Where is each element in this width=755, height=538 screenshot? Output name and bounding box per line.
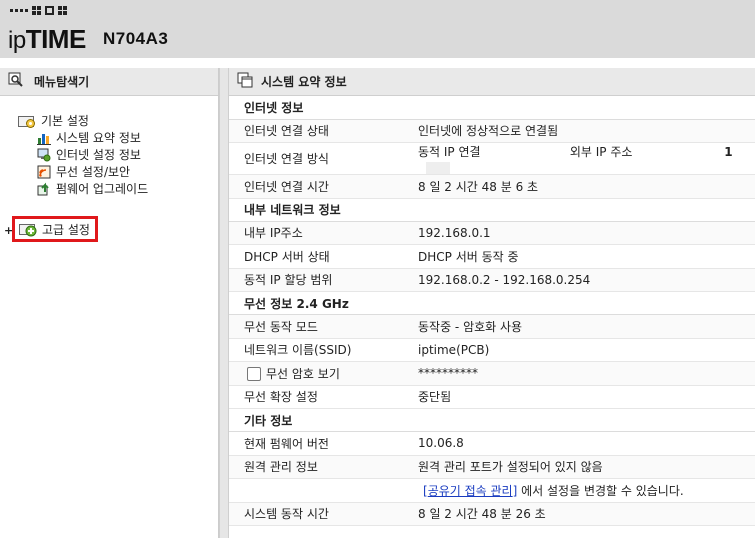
row-value: 8 일 2 시간 48 분 26 초 <box>403 502 755 526</box>
row-label: 네트워크 이름(SSID) <box>229 338 403 362</box>
table-row: 인터넷 연결 상태 인터넷에 정상적으로 연결됨 <box>229 119 755 143</box>
model-name: N704A3 <box>103 29 169 48</box>
external-ip-mask <box>426 161 450 174</box>
panel-title-text: 시스템 요약 정보 <box>261 75 347 89</box>
row-value: 192.168.0.2 - 192.168.0.254 <box>403 268 755 292</box>
tree-item-label: 시스템 요약 정보 <box>56 131 141 145</box>
tree-item-label: 펌웨어 업그레이드 <box>56 182 149 196</box>
network-monitor-icon <box>37 148 51 162</box>
tree-node-advanced-settings[interactable]: 고급 설정 <box>12 216 98 242</box>
row-label: 동적 IP 할당 범위 <box>229 268 403 292</box>
row-value: 원격 관리 포트가 설정되어 있지 않음 <box>403 455 755 479</box>
row-label: 무선 동작 모드 <box>229 314 403 339</box>
row-label: 인터넷 연결 방식 <box>229 142 403 175</box>
remote-link-line: [공유기 접속 관리] 에서 설정을 변경할 수 있습니다. <box>403 478 755 503</box>
table-row: 인터넷 연결 방식 동적 IP 연결 외부 IP 주소 1 <box>229 142 755 175</box>
row-label: DHCP 서버 상태 <box>229 244 403 269</box>
tree-item-label: 인터넷 설정 정보 <box>56 148 141 162</box>
tree-item-system-summary[interactable]: 시스템 요약 정보 <box>0 129 218 146</box>
bar-chart-icon <box>37 131 51 145</box>
table-row: 네트워크 이름(SSID) iptime(PCB) <box>229 338 755 362</box>
section-title-internet: 인터넷 정보 <box>229 96 755 120</box>
app-header: ipTIME N704A3 <box>0 0 755 58</box>
row-value: 인터넷에 정상적으로 연결됨 <box>403 119 755 143</box>
menu-tree: 기본 설정 시스템 요약 정보 인터넷 설정 정보 무선 설정/보안 펌웨어 업… <box>0 112 218 197</box>
panel-splitter[interactable] <box>219 68 229 538</box>
wireless-signal-icon <box>37 165 51 179</box>
row-label-empty <box>229 478 403 503</box>
folder-gear-icon <box>18 113 38 129</box>
external-ip-label: 외부 IP 주소 <box>569 145 633 159</box>
table-row: 인터넷 연결 시간 8 일 2 시간 48 분 6 초 <box>229 174 755 199</box>
external-ip-value: 1 <box>724 145 733 159</box>
row-value: DHCP 서버 동작 중 <box>403 244 755 269</box>
section-title-other: 기타 정보 <box>229 408 755 432</box>
table-row: DHCP 서버 상태 DHCP 서버 동작 중 <box>229 244 755 269</box>
row-label: 내부 IP주소 <box>229 221 403 245</box>
tree-item-internet-settings[interactable]: 인터넷 설정 정보 <box>0 146 218 163</box>
row-value-group: 동적 IP 연결 외부 IP 주소 1 <box>403 142 755 175</box>
logo-prefix: ip <box>8 27 26 54</box>
section-title-wireless: 무선 정보 2.4 GHz <box>229 291 755 315</box>
row-label: 무선 확장 설정 <box>229 385 403 409</box>
show-password-control[interactable]: 무선 암호 보기 <box>229 361 403 386</box>
table-row: 현재 펌웨어 버전 10.06.8 <box>229 431 755 456</box>
row-value: 10.06.8 <box>403 431 755 456</box>
tree-item-label: 무선 설정/보안 <box>56 165 131 179</box>
menu-explorer-title-text: 메뉴탐색기 <box>34 75 90 89</box>
row-label: 현재 펌웨어 버전 <box>229 431 403 456</box>
row-value: 8 일 2 시간 48 분 6 초 <box>403 174 755 199</box>
row-label: 시스템 동작 시간 <box>229 502 403 526</box>
row-value: 동작중 - 암호화 사용 <box>403 314 755 339</box>
row-label: 원격 관리 정보 <box>229 455 403 479</box>
panel-title: 시스템 요약 정보 <box>229 68 755 96</box>
table-row: 무선 암호 보기 ********** <box>229 361 755 386</box>
table-row: 무선 확장 설정 중단됨 <box>229 385 755 409</box>
show-password-label: 무선 암호 보기 <box>266 366 340 381</box>
table-row: 무선 동작 모드 동작중 - 암호화 사용 <box>229 314 755 339</box>
section-title-internal: 내부 네트워크 정보 <box>229 198 755 222</box>
system-summary-panel: 시스템 요약 정보 인터넷 정보 인터넷 연결 상태 인터넷에 정상적으로 연결… <box>229 68 755 538</box>
table-row: 내부 IP주소 192.168.0.1 <box>229 221 755 245</box>
row-label: 인터넷 연결 상태 <box>229 119 403 143</box>
summary-table: 인터넷 정보 인터넷 연결 상태 인터넷에 정상적으로 연결됨 인터넷 연결 방… <box>229 96 755 526</box>
tree-item-firmware-upgrade[interactable]: 펌웨어 업그레이드 <box>0 180 218 197</box>
tree-node-label: 고급 설정 <box>42 222 90 237</box>
row-value: 중단됨 <box>403 385 755 409</box>
menu-explorer-title: 메뉴탐색기 <box>0 68 218 96</box>
logo-bold: TIME <box>25 24 87 54</box>
tree-node-basic-settings[interactable]: 기본 설정 <box>0 112 218 129</box>
table-row: [공유기 접속 관리] 에서 설정을 변경할 수 있습니다. <box>229 478 755 503</box>
brand-logo-mark <box>10 6 67 15</box>
table-row: 원격 관리 정보 원격 관리 포트가 설정되어 있지 않음 <box>229 455 755 479</box>
window-icon <box>237 72 253 91</box>
row-label: 인터넷 연결 시간 <box>229 174 403 199</box>
magnifier-icon <box>8 72 24 91</box>
tree-item-wireless-security[interactable]: 무선 설정/보안 <box>0 163 218 180</box>
menu-explorer-panel: 메뉴탐색기 기본 설정 시스템 요약 정보 인터넷 설정 정보 무선 설정/보안… <box>0 68 219 538</box>
table-row: 동적 IP 할당 범위 192.168.0.2 - 192.168.0.254 <box>229 268 755 292</box>
show-password-checkbox[interactable] <box>247 367 261 382</box>
tree-node-label: 기본 설정 <box>41 114 89 128</box>
remote-link-suffix: 에서 설정을 변경할 수 있습니다. <box>517 483 684 498</box>
upgrade-arrow-icon <box>37 182 51 196</box>
row-value: 192.168.0.1 <box>403 221 755 245</box>
remote-access-link[interactable]: 공유기 접속 관리 <box>428 484 513 498</box>
folder-plus-icon <box>19 221 39 237</box>
row-value: 동적 IP 연결 <box>418 145 481 159</box>
row-value: iptime(PCB) <box>403 338 755 362</box>
password-value: ********** <box>403 361 755 386</box>
brand-logo: ipTIME <box>8 24 86 55</box>
table-row: 시스템 동작 시간 8 일 2 시간 48 분 26 초 <box>229 502 755 526</box>
